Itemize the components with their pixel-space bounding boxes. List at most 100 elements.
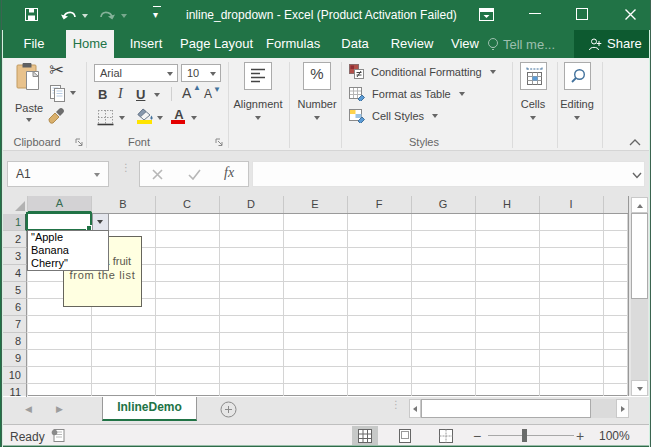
spreadsheet-grid[interactable]: ABCDEFGHI 1234567891011 Select a fruit f…: [1, 196, 629, 396]
tab-page-layout[interactable]: Page Layout: [180, 30, 248, 58]
row-header-6[interactable]: 6: [1, 299, 27, 316]
font-color-dropdown-icon[interactable]: [191, 116, 197, 120]
tab-file[interactable]: File: [11, 30, 57, 58]
formula-bar-expand-icon[interactable]: [632, 172, 642, 179]
enter-icon[interactable]: [188, 169, 201, 180]
italic-button[interactable]: I: [118, 86, 123, 102]
row-header-10[interactable]: 10: [1, 367, 27, 384]
fill-color-dropdown-icon[interactable]: [157, 116, 163, 120]
maximize-button[interactable]: [576, 8, 588, 20]
underline-button[interactable]: U: [136, 87, 145, 102]
font-size-combo[interactable]: 10: [181, 64, 221, 82]
number-button[interactable]: % Number: [292, 62, 342, 126]
column-header-a[interactable]: A: [28, 196, 92, 213]
format-painter-icon[interactable]: [48, 106, 66, 124]
row-header-4[interactable]: 4: [1, 265, 27, 282]
row-header-3[interactable]: 3: [1, 248, 27, 265]
insert-function-icon[interactable]: fx: [224, 165, 234, 181]
vertical-scrollbar[interactable]: [629, 196, 649, 396]
cancel-icon[interactable]: [152, 169, 163, 180]
tab-view[interactable]: View: [443, 30, 487, 58]
scroll-down-button[interactable]: [631, 380, 648, 396]
customize-qat-icon[interactable]: ▾: [153, 9, 158, 20]
close-button[interactable]: [624, 8, 637, 21]
tell-me-label[interactable]: Tell me...: [503, 37, 555, 52]
dropdown-item[interactable]: "Apple: [28, 231, 108, 244]
sheet-nav-left-icon[interactable]: ◀: [25, 404, 32, 414]
copy-dropdown-icon[interactable]: [70, 91, 76, 95]
column-header-b[interactable]: B: [91, 196, 156, 213]
selected-cell-a1[interactable]: [26, 212, 92, 231]
tab-home[interactable]: Home: [66, 30, 114, 58]
column-header-c[interactable]: C: [155, 196, 220, 213]
row-header-5[interactable]: 5: [1, 282, 27, 299]
redo-button[interactable]: [99, 9, 116, 23]
row-header-7[interactable]: 7: [1, 316, 27, 333]
decrease-font-button[interactable]: A▼: [204, 87, 212, 101]
cells-button[interactable]: Cells: [515, 62, 553, 126]
cut-button[interactable]: ✂: [49, 59, 69, 79]
horizontal-scroll-thumb[interactable]: [421, 399, 591, 418]
tab-formulas[interactable]: Formulas: [266, 30, 319, 58]
ribbon-display-options-icon[interactable]: [479, 8, 494, 21]
dropdown-item[interactable]: Cherry": [28, 257, 108, 270]
zoom-slider-thumb[interactable]: [522, 429, 527, 442]
bold-button[interactable]: B: [98, 87, 107, 102]
fill-color-button[interactable]: [137, 107, 155, 125]
hscroll-left-button[interactable]: [409, 399, 421, 418]
cell-styles-button[interactable]: Cell Styles: [349, 108, 438, 123]
column-header-i[interactable]: I: [539, 196, 604, 213]
copy-icon[interactable]: [50, 85, 66, 102]
view-page-layout-button[interactable]: [392, 426, 418, 445]
row-header-8[interactable]: 8: [1, 333, 27, 350]
borders-icon[interactable]: [97, 109, 114, 126]
tab-review[interactable]: Review: [388, 30, 436, 58]
redo-dropdown-icon[interactable]: [121, 14, 127, 18]
underline-dropdown-icon[interactable]: [154, 93, 160, 97]
tab-data[interactable]: Data: [333, 30, 377, 58]
alignment-button[interactable]: Alignment: [233, 62, 283, 126]
column-header-h[interactable]: H: [475, 196, 540, 213]
formula-input[interactable]: [252, 161, 645, 187]
tab-insert[interactable]: Insert: [122, 30, 170, 58]
macro-record-icon[interactable]: [51, 429, 65, 442]
format-as-table-button[interactable]: Format as Table: [349, 86, 465, 101]
paste-button[interactable]: Paste: [9, 62, 49, 124]
collapse-ribbon-icon[interactable]: [629, 138, 641, 146]
row-header-2[interactable]: 2: [1, 231, 27, 248]
column-header-e[interactable]: E: [283, 196, 348, 213]
column-header-g[interactable]: G: [411, 196, 476, 213]
row-header-9[interactable]: 9: [1, 350, 27, 367]
font-color-button[interactable]: A: [171, 107, 187, 125]
cell-dropdown-button[interactable]: [92, 213, 109, 231]
hscroll-right-button[interactable]: [616, 399, 629, 418]
view-normal-button[interactable]: [352, 426, 378, 445]
font-dialog-launcher[interactable]: [215, 138, 225, 148]
editing-button[interactable]: Editing: [559, 62, 597, 126]
view-page-break-button[interactable]: [433, 426, 459, 445]
zoom-in-button[interactable]: +: [576, 428, 584, 444]
column-header-f[interactable]: F: [347, 196, 412, 213]
row-header-1[interactable]: 1: [1, 214, 27, 231]
vertical-scroll-thumb[interactable]: [631, 213, 648, 299]
sheet-tab-inlinedemo[interactable]: InlineDemo: [102, 397, 197, 421]
dropdown-item[interactable]: Banana: [28, 244, 108, 257]
increase-font-button[interactable]: A▲: [182, 85, 191, 101]
zoom-out-button[interactable]: −: [473, 428, 481, 444]
hscroll-track[interactable]: [591, 399, 616, 418]
undo-button[interactable]: [60, 9, 77, 23]
name-box[interactable]: A1: [7, 161, 109, 187]
sheet-nav-right-icon[interactable]: ▶: [56, 404, 63, 414]
scroll-up-button[interactable]: [631, 197, 648, 213]
tabbar-resize-dots[interactable]: ⋮: [391, 402, 394, 418]
clipboard-dialog-launcher[interactable]: [75, 138, 85, 148]
conditional-formatting-button[interactable]: Conditional Formatting: [349, 64, 496, 79]
save-icon[interactable]: [25, 8, 38, 21]
share-button[interactable]: Share: [574, 30, 651, 58]
borders-dropdown-icon[interactable]: [119, 116, 125, 120]
new-sheet-button[interactable]: [220, 401, 237, 418]
zoom-level[interactable]: 100%: [599, 429, 630, 443]
vertical-scroll-track[interactable]: [631, 299, 648, 380]
font-name-combo[interactable]: Arial: [94, 64, 178, 82]
column-header-d[interactable]: D: [219, 196, 284, 213]
